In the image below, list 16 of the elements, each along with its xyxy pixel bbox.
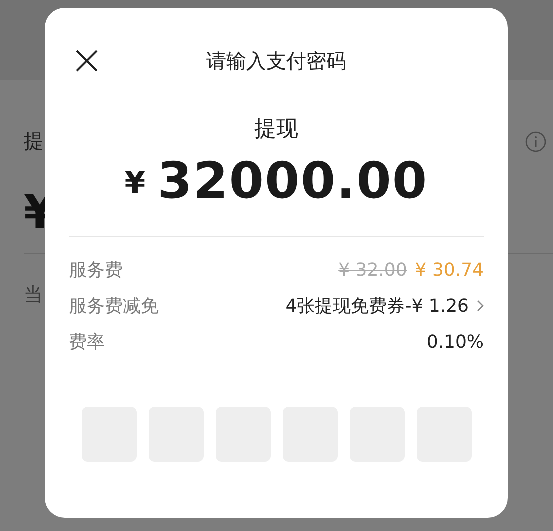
- amount-value: 32000.00: [158, 152, 428, 210]
- fee-label: 费率: [69, 331, 105, 354]
- chevron-right-icon[interactable]: [477, 300, 484, 312]
- withdraw-label: 提现: [254, 116, 298, 144]
- fee-label: 服务费减免: [69, 295, 159, 318]
- balance-text: 当: [24, 283, 43, 308]
- coupon-link[interactable]: 4张提现免费券-¥ 1.26: [286, 294, 469, 318]
- info-icon[interactable]: [525, 130, 547, 152]
- discounted-price: ¥ 30.74: [415, 260, 484, 280]
- fee-label: 服务费: [69, 259, 123, 282]
- fee-value: 0.10%: [426, 332, 484, 352]
- original-price: ¥ 32.00: [338, 260, 408, 280]
- dialog-title: 请输入支付密码: [206, 48, 346, 74]
- currency-symbol: ¥: [124, 166, 146, 201]
- page-heading: 提: [24, 128, 44, 155]
- close-icon[interactable]: [76, 50, 98, 72]
